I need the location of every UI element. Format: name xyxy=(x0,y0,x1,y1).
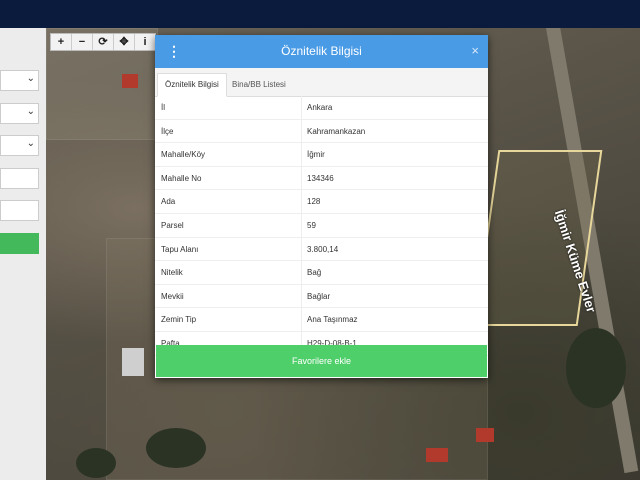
column-divider xyxy=(301,166,302,190)
dialog-header: ⋮ Öznitelik Bilgisi × xyxy=(155,35,488,68)
dialog-title: Öznitelik Bilgisi xyxy=(281,44,362,58)
attribute-table: İl Ankara İlçe Kahramankazan Mahalle/Köy İğmi… xyxy=(155,96,488,356)
row-value: Bağlar xyxy=(307,291,331,301)
row-key: Ada xyxy=(161,197,176,207)
select-1[interactable]: ⌄ xyxy=(0,70,39,91)
table-row: Nitelik Bağ xyxy=(155,261,488,285)
column-divider xyxy=(301,143,302,166)
tab-attribute-info[interactable]: Öznitelik Bilgisi xyxy=(157,73,227,97)
attribute-dialog: ⋮ Öznitelik Bilgisi × Öznitelik Bilgisi … xyxy=(155,35,488,378)
refresh-icon[interactable]: ⟳ xyxy=(93,34,114,50)
building xyxy=(426,448,448,462)
row-key: Mahalle/Köy xyxy=(161,150,206,160)
row-key: Mahalle No xyxy=(161,173,202,183)
close-icon[interactable]: × xyxy=(471,43,479,58)
table-row: Tapu Alanı 3.800,14 xyxy=(155,237,488,262)
table-row: İl Ankara xyxy=(155,96,488,120)
row-value: Ankara xyxy=(307,103,333,112)
select-3[interactable]: ⌄ xyxy=(0,135,39,156)
tree xyxy=(146,428,206,468)
table-row: Parsel 59 xyxy=(155,213,488,238)
row-value: Ana Taşınmaz xyxy=(307,315,358,325)
building xyxy=(476,428,494,442)
chevron-down-icon: ⌄ xyxy=(26,106,35,117)
column-divider xyxy=(301,261,302,284)
tree xyxy=(566,328,626,408)
locate-icon[interactable]: ✥ xyxy=(114,34,135,50)
map-toolbar: + − ⟳ ✥ i xyxy=(50,33,156,51)
table-row: Mevkii Bağlar xyxy=(155,284,488,309)
column-divider xyxy=(301,284,302,308)
chevron-down-icon: ⌄ xyxy=(26,138,35,149)
input-2[interactable] xyxy=(0,200,39,221)
table-row: Mahalle No 134346 xyxy=(155,166,488,191)
chevron-down-icon: ⌄ xyxy=(26,73,35,84)
row-key: Tapu Alanı xyxy=(161,244,199,254)
dialog-tabs: Öznitelik Bilgisi Bina/BB Listesi xyxy=(155,68,488,97)
add-favorite-button[interactable]: Favorilere ekle xyxy=(156,345,487,377)
row-value: İğmir xyxy=(307,150,325,160)
row-value: 134346 xyxy=(307,173,334,183)
column-divider xyxy=(301,190,302,213)
row-key: Parsel xyxy=(161,220,184,230)
row-value: Kahramankazan xyxy=(307,126,366,136)
tree xyxy=(76,448,116,478)
column-divider xyxy=(301,119,302,143)
zoom-out-icon[interactable]: − xyxy=(72,34,93,50)
row-value: 128 xyxy=(307,197,321,207)
row-value: Bağ xyxy=(307,268,322,278)
input-1[interactable] xyxy=(0,168,39,189)
select-2[interactable]: ⌄ xyxy=(0,103,39,124)
row-key: Zemin Tip xyxy=(161,315,197,325)
row-key: İl xyxy=(161,103,165,112)
row-value: 3.800,14 xyxy=(307,244,339,254)
info-icon[interactable]: i xyxy=(135,34,155,50)
row-key: Nitelik xyxy=(161,268,183,278)
row-key: Mevkii xyxy=(161,291,184,301)
top-bar xyxy=(0,0,640,28)
column-divider xyxy=(301,308,302,331)
building xyxy=(122,74,138,88)
tab-building-list[interactable]: Bina/BB Listesi xyxy=(225,74,293,96)
row-key: İlçe xyxy=(161,126,174,136)
table-row: İlçe Kahramankazan xyxy=(155,119,488,144)
table-row: Zemin Tip Ana Taşınmaz xyxy=(155,308,488,332)
column-divider xyxy=(301,213,302,237)
row-value: 59 xyxy=(307,220,316,230)
zoom-in-icon[interactable]: + xyxy=(51,34,72,50)
table-row: Ada 128 xyxy=(155,190,488,214)
column-divider xyxy=(301,237,302,261)
building xyxy=(122,348,144,376)
table-row: Mahalle/Köy İğmir xyxy=(155,143,488,167)
query-button[interactable] xyxy=(0,233,39,254)
column-divider xyxy=(301,96,302,119)
left-panel: ⌄ ⌄ ⌄ xyxy=(0,28,47,480)
